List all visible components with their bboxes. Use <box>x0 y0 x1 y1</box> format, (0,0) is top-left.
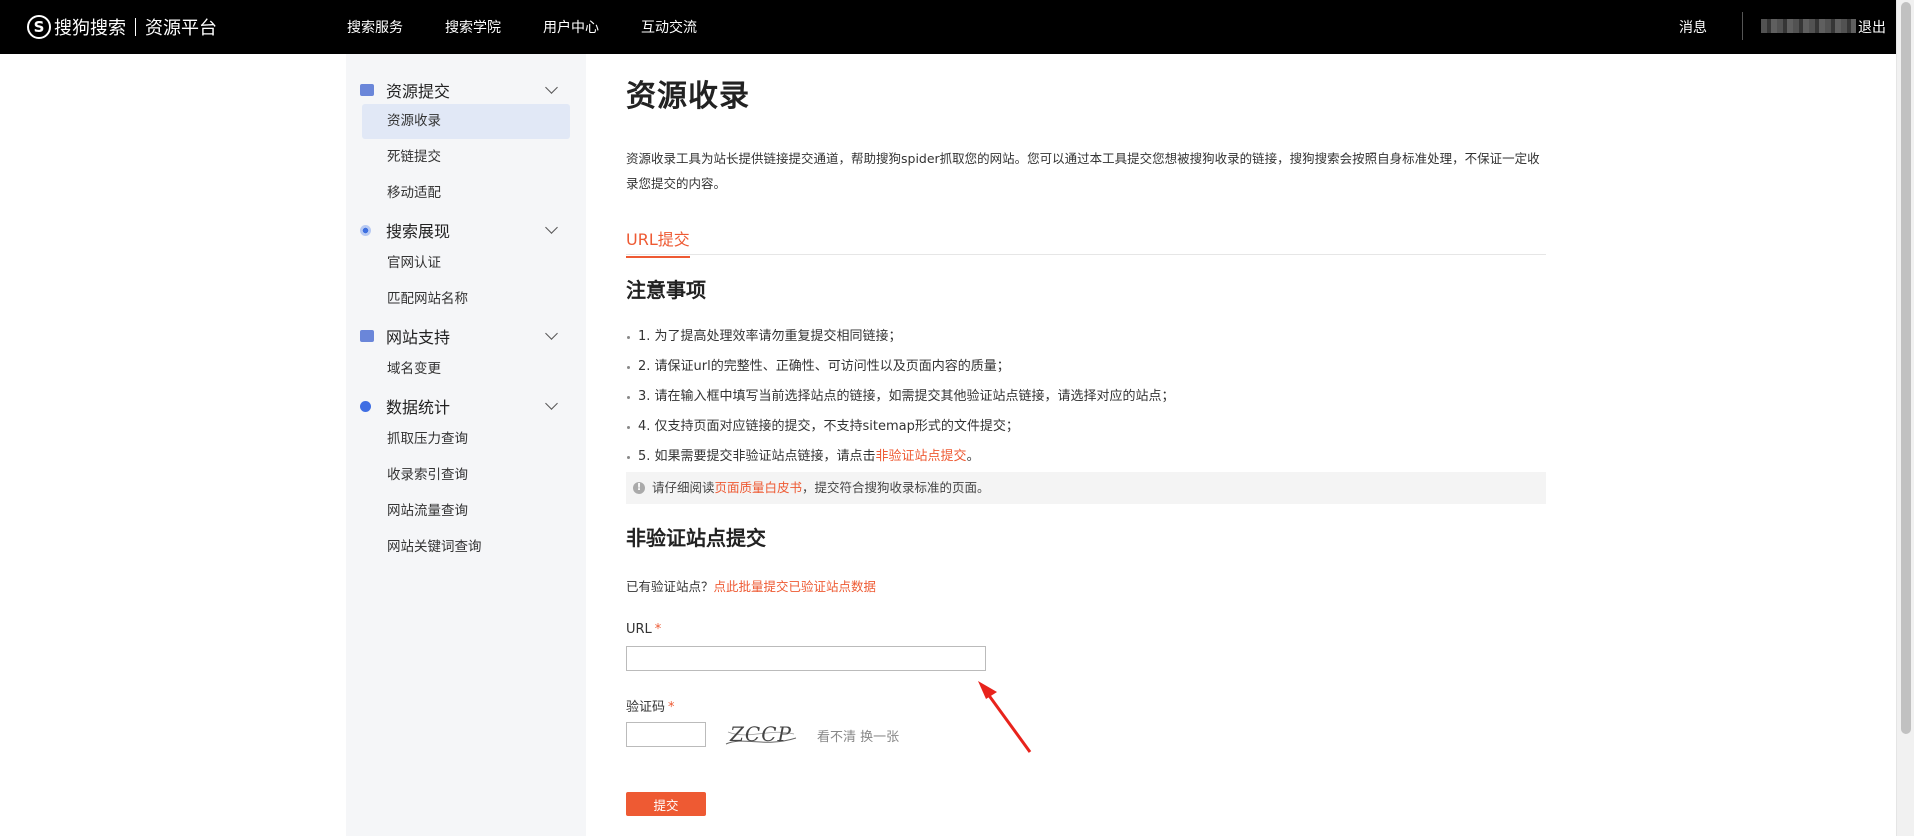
box-icon <box>360 330 374 342</box>
refresh-captcha-link[interactable]: 看不清 换一张 <box>817 726 899 745</box>
list-item: 4. 仅支持页面对应链接的提交，不支持sitemap形式的文件提交； <box>626 412 1546 442</box>
sidebar-item-traffic-query[interactable]: 网站流量查询 <box>362 494 570 529</box>
sidebar-group-label: 数据统计 <box>386 398 451 417</box>
note5-prefix: 5. 如果需要提交非验证站点链接，请点击 <box>638 449 876 464</box>
sidebar-item-match-site-name[interactable]: 匹配网站名称 <box>362 282 570 317</box>
vertical-scrollbar[interactable] <box>1896 0 1914 836</box>
sidebar-group-data-stats[interactable]: 数据统计 <box>360 394 568 418</box>
sidebar-group-label: 资源提交 <box>386 82 451 101</box>
url-input[interactable] <box>626 646 986 671</box>
quality-whitepaper-link[interactable]: 页面质量白皮书 <box>715 480 803 495</box>
chevron-down-icon <box>545 221 558 234</box>
captcha-input[interactable] <box>626 722 706 747</box>
page-title: 资源收录 <box>626 79 750 114</box>
info-icon: ! <box>633 482 645 494</box>
unverified-submit-link[interactable]: 非验证站点提交 <box>876 449 967 464</box>
sidebar-group-search-display[interactable]: 搜索展现 <box>360 218 568 242</box>
required-mark: * <box>654 622 662 637</box>
tab-url-submit[interactable]: URL提交 <box>626 226 690 258</box>
box-icon <box>360 84 374 96</box>
list-item: 3. 请在输入框中填写当前选择站点的链接，如需提交其他验证站点链接，请选择对应的… <box>626 382 1546 412</box>
tab-divider <box>626 254 1546 255</box>
logo-separator <box>135 18 136 36</box>
logout-link[interactable]: 退出 <box>1858 17 1886 37</box>
captcha-image[interactable]: ZCCP <box>724 718 798 750</box>
list-item: 2. 请保证url的完整性、正确性、可访问性以及页面内容的质量； <box>626 352 1546 382</box>
url-label: URL * <box>626 622 661 637</box>
sidebar-group-site-support[interactable]: 网站支持 <box>360 324 568 348</box>
scrollbar-thumb[interactable] <box>1901 2 1911 734</box>
tip-prefix: 请仔细阅读 <box>652 480 715 495</box>
section-title: 非验证站点提交 <box>626 526 766 550</box>
quality-tip-box: ! 请仔细阅读页面质量白皮书，提交符合搜狗收录标准的页面。 <box>626 472 1546 504</box>
chevron-down-icon <box>545 397 558 410</box>
sidebar-item-dead-link[interactable]: 死链提交 <box>362 140 570 175</box>
captcha-label-text: 验证码 <box>626 700 666 715</box>
list-item: 1. 为了提高处理效率请勿重复提交相同链接； <box>626 322 1546 352</box>
sidebar-group-label: 搜索展现 <box>386 222 451 241</box>
top-right-area: 消息 退出 <box>1636 0 1896 54</box>
sidebar-item-crawl-pressure[interactable]: 抓取压力查询 <box>362 422 570 457</box>
messages-link[interactable]: 消息 <box>1679 17 1707 37</box>
nav-search-academy[interactable]: 搜索学院 <box>445 17 501 37</box>
sidebar-group-resource-submit[interactable]: 资源提交 <box>360 78 568 102</box>
sidebar-item-domain-change[interactable]: 域名变更 <box>362 352 570 387</box>
logo-subtitle: 资源平台 <box>145 18 217 39</box>
url-label-text: URL <box>626 622 652 637</box>
chevron-down-icon <box>545 327 558 340</box>
sidebar: 资源提交 资源收录 死链提交 移动适配 搜索展现 官网认证 匹配网站名称 网站支… <box>346 54 586 836</box>
dot-icon <box>360 400 371 412</box>
tip-suffix: ，提交符合搜狗收录标准的页面。 <box>802 480 990 495</box>
logo-brand: 搜狗搜索 <box>54 18 126 39</box>
sidebar-group-label: 网站支持 <box>386 328 451 347</box>
batch-verified-submit-link[interactable]: 点此批量提交已验证站点数据 <box>714 579 877 594</box>
logo-s-icon: S <box>27 15 51 39</box>
top-navigation-bar: S 搜狗搜索 资源平台 搜索服务 搜索学院 用户中心 互动交流 消息 退出 <box>0 0 1896 54</box>
required-mark: * <box>668 700 675 715</box>
nav-search-services[interactable]: 搜索服务 <box>347 17 403 37</box>
sidebar-item-keyword-query[interactable]: 网站关键词查询 <box>362 530 570 565</box>
captcha-label: 验证码 * <box>626 696 675 715</box>
sidebar-item-resource-index[interactable]: 资源收录 <box>362 104 570 139</box>
submit-button[interactable]: 提交 <box>626 792 706 816</box>
verified-prefix: 已有验证站点？ <box>626 579 714 594</box>
chevron-down-icon <box>545 81 558 94</box>
blurred-username[interactable] <box>1761 19 1856 33</box>
sidebar-item-mobile-adapt[interactable]: 移动适配 <box>362 176 570 211</box>
eye-icon <box>360 224 371 236</box>
notes-list: 1. 为了提高处理效率请勿重复提交相同链接； 2. 请保证url的完整性、正确性… <box>626 322 1546 472</box>
verified-site-line: 已有验证站点？点此批量提交已验证站点数据 <box>626 576 876 595</box>
sidebar-item-official-site[interactable]: 官网认证 <box>362 246 570 281</box>
nav-community[interactable]: 互动交流 <box>641 17 697 37</box>
note5-suffix: 。 <box>966 449 980 464</box>
logo-letter: S <box>33 17 45 36</box>
top-divider <box>1742 12 1743 40</box>
notes-title: 注意事项 <box>626 278 706 302</box>
sidebar-item-index-query[interactable]: 收录索引查询 <box>362 458 570 493</box>
intro-text: 资源收录工具为站长提供链接提交通道，帮助搜狗spider抓取您的网站。您可以通过… <box>626 151 1540 191</box>
main-nav: 搜索服务 搜索学院 用户中心 互动交流 <box>347 0 739 54</box>
nav-user-center[interactable]: 用户中心 <box>543 17 599 37</box>
sogou-logo[interactable]: S 搜狗搜索 资源平台 <box>27 12 217 42</box>
captcha-text: ZCCP <box>729 722 792 746</box>
red-arrow-annotation <box>978 681 1032 753</box>
list-item: 5. 如果需要提交非验证站点链接，请点击非验证站点提交。 <box>626 442 1546 472</box>
